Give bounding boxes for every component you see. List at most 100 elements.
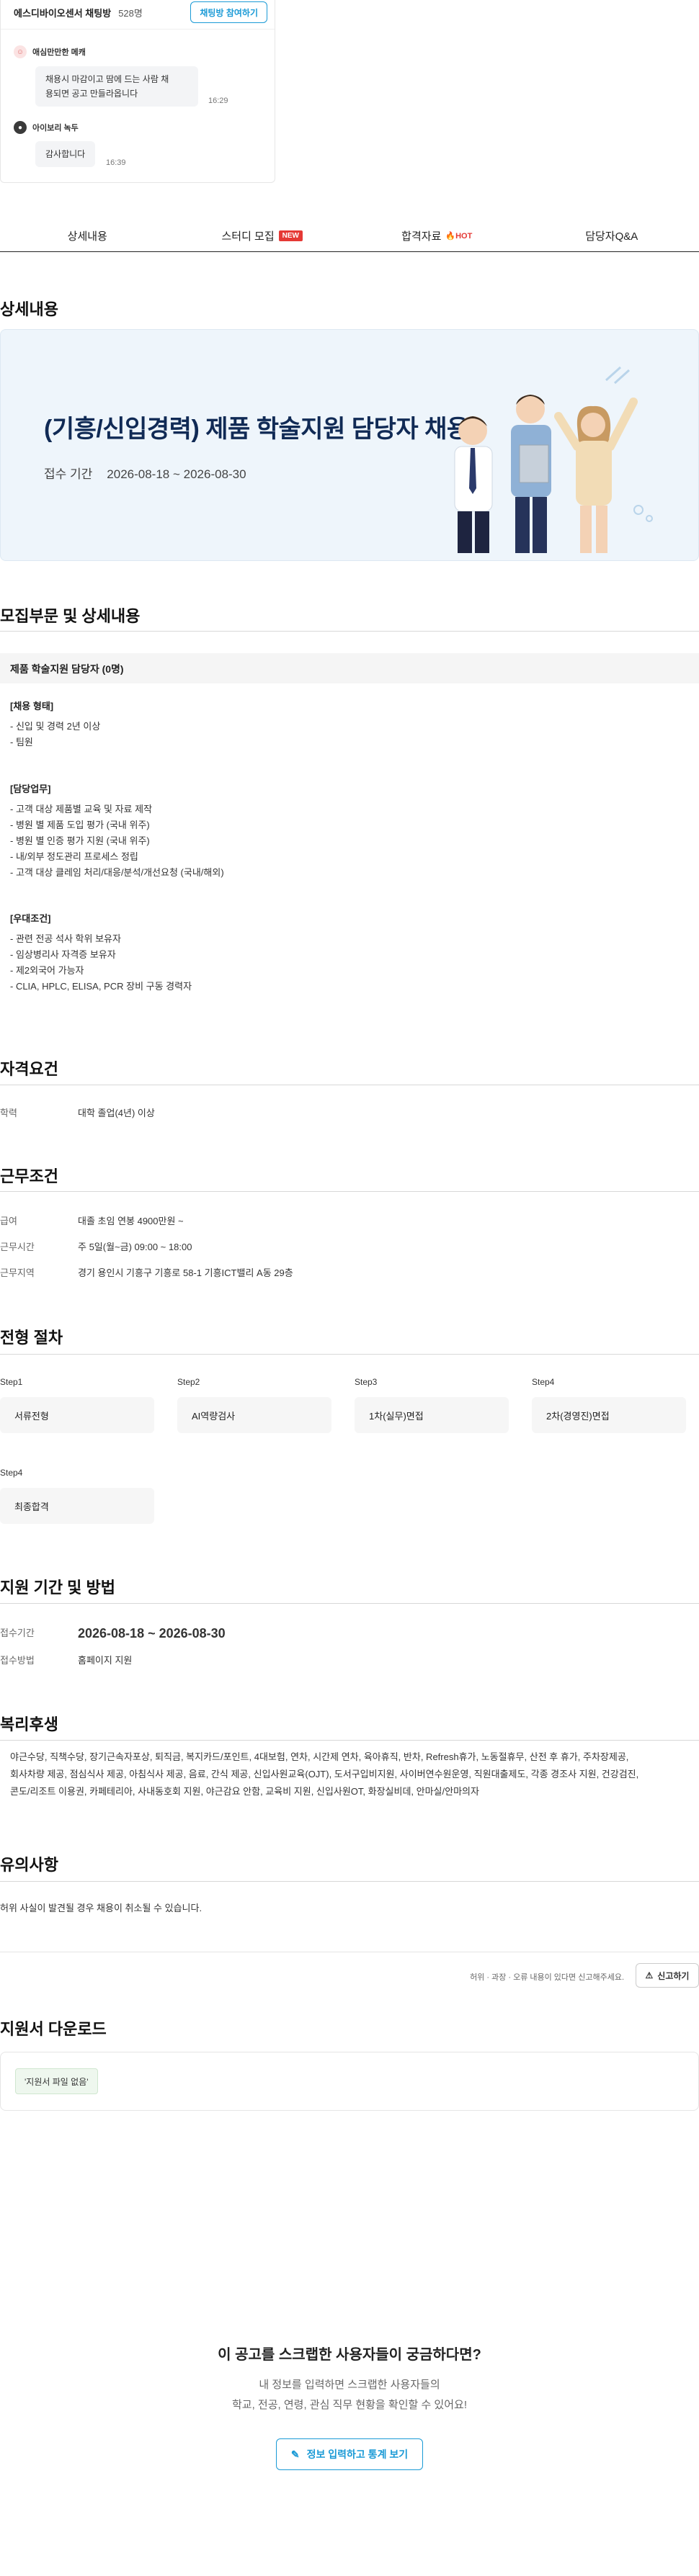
banner-period: 접수 기간 2026-08-18 ~ 2026-08-30: [44, 464, 246, 482]
block-line: - 관련 전공 석사 학위 보유자: [10, 933, 121, 944]
block-line: - 제2외국어 가능자: [10, 965, 84, 976]
section-title-download: 지원서 다운로드: [0, 2020, 107, 2038]
job-banner: (기흥/신입경력) 제품 학술지원 담당자 채용 접수 기간 2026-08-18…: [0, 329, 699, 561]
step-label: Step3: [355, 1377, 378, 1387]
chat-room-title: 에스디바이오센서 채팅방: [14, 7, 112, 19]
divider: [0, 1603, 699, 1604]
block-line: - 신입 및 경력 2년 이상: [10, 721, 101, 732]
step-box: 최종합격: [0, 1488, 154, 1524]
row-value: 주 5일(월~금) 09:00 ~ 18:00: [78, 1242, 192, 1252]
divider: [1, 29, 275, 30]
work-location-row: 근무지역 경기 용인시 기흥구 기흥로 58-1 기흥ICT밸리 A동 29층: [0, 1266, 293, 1280]
row-value: 홈페이지 지원: [78, 1655, 133, 1666]
tab-label: 스터디 모집: [221, 230, 275, 243]
chat-time: 16:39: [106, 158, 126, 167]
siren-icon: ⚠: [645, 1970, 654, 1980]
office-workers-illustration: [454, 366, 653, 553]
row-label: 급여: [0, 1216, 17, 1226]
section-title-welfare: 복리후생: [0, 1715, 58, 1733]
section-title-recruit: 모집부문 및 상세내용: [0, 607, 141, 625]
row-value: 대학 졸업(4년) 이상: [78, 1108, 155, 1118]
welfare-line: 회사차량 제공, 점심식사 제공, 아침식사 제공, 음료, 간식 제공, 신입…: [10, 1769, 639, 1780]
join-chat-button[interactable]: 채팅방 참여하기: [190, 1, 267, 23]
chat-header: 에스디바이오센서 채팅방 528명 채팅방 참여하기: [14, 0, 272, 24]
tab-label: 상세내용: [67, 230, 107, 243]
view-stats-label: 정보 입력하고 통계 보기: [306, 2449, 409, 2460]
chat-bubble: 감사합니다: [35, 141, 96, 167]
report-button-label: 신고하기: [657, 1970, 690, 1981]
banner-period-label: 접수 기간: [44, 467, 93, 481]
section-title-conditions: 근무조건: [0, 1167, 58, 1185]
divider: [0, 1354, 699, 1355]
tab-detail[interactable]: 상세내용: [0, 220, 175, 251]
hot-badge: 🔥HOT: [445, 231, 472, 241]
row-label: 접수방법: [0, 1655, 35, 1666]
tab-qna[interactable]: 담당자Q&A: [525, 220, 699, 251]
apply-period-value: 2026-08-18 ~ 2026-08-30: [78, 1626, 226, 1641]
section-title-apply: 지원 기간 및 방법: [0, 1579, 116, 1597]
row-label: 근무시간: [0, 1242, 35, 1252]
tab-label: 합격자료: [401, 230, 442, 243]
step-label: Step4: [0, 1468, 23, 1478]
block-line: - 내/외부 정도관리 프로세스 정립: [10, 851, 138, 862]
chat-text: 감사합니다: [45, 149, 86, 159]
chat-message-user: ☺ 애심만만한 메캐: [14, 45, 86, 58]
welfare-list: 야근수당, 직책수당, 장기근속자포상, 퇴직금, 복지카드/포인트, 4대보험…: [10, 1749, 687, 1800]
duties-block: [담당업무] - 고객 대상 제품별 교육 및 자료 제작 - 병원 별 제품 …: [10, 781, 224, 881]
block-line: - 고객 대상 제품별 교육 및 자료 제작: [10, 804, 153, 814]
chat-username: 애심만만한 메캐: [32, 48, 86, 57]
step-box: AI역량검사: [177, 1397, 331, 1433]
pencil-icon: ✎: [290, 2448, 300, 2460]
cta-subtitle-line: 내 정보를 입력하면 스크랩한 사용자들의: [259, 2379, 440, 2391]
chat-text: 용되면 공고 만들라옵니다: [45, 89, 138, 99]
block-line: - 임상병리사 자격증 보유자: [10, 949, 116, 960]
fire-icon: 🔥: [445, 232, 456, 241]
notice-value: 허위 사실이 발견될 경우 채용이 취소될 수 있습니다.: [0, 1903, 202, 1913]
step-label: Step4: [532, 1377, 555, 1387]
block-line: - 고객 대상 클레임 처리/대응/분석/개선요청 (국내/해외): [10, 867, 224, 878]
chat-member-count: 528명: [118, 7, 143, 19]
cta-subtitle-line: 학교, 전공, 연령, 관심 직무 현황을 확인할 수 있어요!: [231, 2399, 467, 2411]
chat-message-user: ● 아이보리 녹두: [14, 121, 79, 134]
banner-period-value: 2026-08-18 ~ 2026-08-30: [107, 467, 246, 481]
divider: [0, 1191, 699, 1192]
view-stats-button[interactable]: ✎ 정보 입력하고 통계 보기: [275, 2438, 424, 2470]
block-line: - 병원 별 인증 평가 지원 (국내 위주): [10, 835, 150, 846]
report-text: 허위 · 과장 · 오류 내용이 있다면 신고해주세요.: [470, 1973, 624, 1982]
divider: [0, 631, 699, 632]
section-title-process: 전형 절차: [0, 1329, 63, 1347]
tab-study[interactable]: 스터디 모집 NEW: [175, 220, 350, 251]
row-label: 접수기간: [0, 1628, 35, 1638]
divider: [0, 1881, 699, 1882]
section-title-qualification: 자격요건: [0, 1060, 58, 1078]
block-line: - CLIA, HPLC, ELISA, PCR 장비 구동 경력자: [10, 981, 192, 992]
tab-pass-materials[interactable]: 합격자료 🔥HOT: [350, 220, 525, 251]
education-row: 학력 대학 졸업(4년) 이상: [0, 1106, 155, 1121]
section-title-notice: 유의사항: [0, 1856, 58, 1874]
no-file-tag: '지원서 파일 없음': [15, 2068, 98, 2094]
report-row: 허위 · 과장 · 오류 내용이 있다면 신고해주세요. ⚠ 신고하기: [0, 1952, 699, 1988]
welfare-line: 야근수당, 직책수당, 장기근속자포상, 퇴직금, 복지카드/포인트, 4대보험…: [10, 1751, 629, 1762]
divider: [0, 1740, 699, 1741]
chat-time: 16:29: [208, 97, 228, 105]
row-value: 대졸 초임 연봉 4900만원 ~: [78, 1216, 184, 1226]
report-button[interactable]: ⚠ 신고하기: [636, 1963, 699, 1988]
avatar-icon: ●: [14, 121, 27, 134]
work-hours-row: 근무시간 주 5일(월~금) 09:00 ~ 18:00: [0, 1240, 192, 1255]
apply-method-row: 접수방법 홈페이지 지원: [0, 1653, 132, 1668]
chat-text: 채용시 마감이고 땀에 드는 사람 채: [45, 74, 169, 84]
job-heading: 제품 학술지원 담당자 (0명): [0, 653, 699, 683]
salary-row: 급여 대졸 초임 연봉 4900만원 ~: [0, 1214, 184, 1229]
chat-bubble: 채용시 마감이고 땀에 드는 사람 채 용되면 공고 만들라옵니다: [35, 66, 198, 107]
step-box: 서류전형: [0, 1397, 154, 1433]
notice-text: 허위 사실이 발견될 경우 채용이 취소될 수 있습니다.: [0, 1901, 202, 1916]
section-title-detail: 상세내용: [0, 300, 58, 318]
detail-tabs: 상세내용 스터디 모집 NEW 합격자료 🔥HOT 담당자Q&A: [0, 220, 699, 252]
block-label: [우대조건]: [10, 913, 51, 924]
block-line: - 병원 별 제품 도입 평가 (국내 위주): [10, 820, 150, 830]
step-box: 1차(실무)면접: [355, 1397, 509, 1433]
block-line: - 팀원: [10, 737, 33, 748]
chat-card: 에스디바이오센서 채팅방 528명 채팅방 참여하기 ☺ 애심만만한 메캐 채용…: [0, 0, 275, 183]
welfare-line: 콘도/리조트 이용권, 카페테리아, 사내동호회 지원, 야근감요 안함, 교육…: [10, 1786, 479, 1797]
apply-period-row: 접수기간 2026-08-18 ~ 2026-08-30: [0, 1626, 226, 1641]
